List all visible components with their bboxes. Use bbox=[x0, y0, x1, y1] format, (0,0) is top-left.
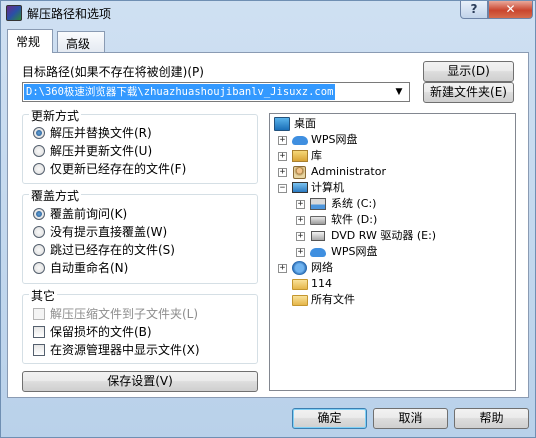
checkbox-label: 在资源管理器中显示文件(X) bbox=[50, 343, 200, 357]
radio-button[interactable] bbox=[33, 127, 45, 139]
radio-label: 没有提示直接覆盖(W) bbox=[50, 225, 168, 239]
expand-icon[interactable]: + bbox=[278, 152, 287, 161]
new-folder-button[interactable]: 新建文件夹(E) bbox=[423, 82, 514, 103]
tree-node-label: DVD RW 驱动器 (E:) bbox=[331, 229, 437, 242]
tree-node-label: 软件 (D:) bbox=[331, 213, 378, 226]
tree-node-label: 所有文件 bbox=[311, 293, 355, 306]
drive-icon bbox=[310, 216, 326, 225]
show-button[interactable]: 显示(D) bbox=[423, 61, 514, 82]
tree-node-label: 114 bbox=[311, 277, 332, 290]
dvd-drive-icon bbox=[311, 231, 325, 241]
chevron-down-icon[interactable]: ▼ bbox=[391, 84, 407, 100]
window-title: 解压路径和选项 bbox=[27, 7, 112, 21]
destination-path-combobox[interactable]: D:\360极速浏览器下载\zhuazhuashoujibanlv_Jisuxz… bbox=[22, 82, 410, 102]
tab-general[interactable]: 常规 bbox=[7, 29, 53, 53]
save-settings-button[interactable]: 保存设置(V) bbox=[22, 371, 258, 392]
radio-button[interactable] bbox=[33, 208, 45, 220]
update-mode-title: 更新方式 bbox=[29, 107, 82, 124]
destination-path-value[interactable]: D:\360极速浏览器下载\zhuazhuashoujibanlv_Jisuxz… bbox=[24, 84, 336, 100]
tree-node-label: Administrator bbox=[311, 165, 386, 178]
expand-icon[interactable]: + bbox=[296, 232, 305, 241]
title-bar[interactable]: 解压路径和选项 ? ✕ bbox=[1, 1, 535, 25]
desktop-icon bbox=[274, 117, 290, 131]
cloud-icon bbox=[292, 136, 308, 145]
network-icon bbox=[292, 261, 307, 275]
checkbox[interactable] bbox=[33, 326, 45, 338]
expand-icon[interactable]: + bbox=[278, 168, 287, 177]
collapse-icon[interactable]: − bbox=[278, 184, 287, 193]
radio-label: 覆盖前询问(K) bbox=[50, 207, 128, 221]
tree-node-label: 库 bbox=[311, 149, 322, 162]
radio-button[interactable] bbox=[33, 244, 45, 256]
radio-label: 解压并更新文件(U) bbox=[50, 144, 153, 158]
tree-node-label: WPS网盘 bbox=[331, 245, 378, 258]
computer-icon bbox=[292, 182, 308, 193]
radio-button[interactable] bbox=[33, 145, 45, 157]
tree-node-label: 桌面 bbox=[294, 117, 316, 130]
cloud-icon bbox=[310, 248, 326, 257]
close-button[interactable]: ✕ bbox=[488, 1, 533, 19]
expand-icon[interactable]: + bbox=[278, 264, 287, 273]
user-folder-icon bbox=[293, 166, 306, 179]
overwrite-mode-title: 覆盖方式 bbox=[29, 187, 82, 204]
radio-label: 跳过已经存在的文件(S) bbox=[50, 243, 175, 257]
checkbox bbox=[33, 308, 45, 320]
radio-label: 自动重命名(N) bbox=[50, 261, 129, 275]
radio-button[interactable] bbox=[33, 262, 45, 274]
tree-node-label: 系统 (C:) bbox=[331, 197, 377, 210]
winrar-app-icon bbox=[6, 5, 22, 21]
library-icon bbox=[292, 150, 308, 162]
radio-button[interactable] bbox=[33, 163, 45, 175]
checkbox[interactable] bbox=[33, 344, 45, 356]
checkbox-label: 解压压缩文件到子文件夹(L) bbox=[50, 307, 199, 321]
checkbox-label: 保留损坏的文件(B) bbox=[50, 325, 152, 339]
tab-advanced[interactable]: 高级 bbox=[57, 31, 105, 53]
radio-label: 仅更新已经存在的文件(F) bbox=[50, 162, 187, 176]
tree-node-label: WPS网盘 bbox=[311, 133, 358, 146]
folder-icon bbox=[292, 295, 308, 306]
tree-node-label: 网络 bbox=[311, 261, 333, 274]
ok-button[interactable]: 确定 bbox=[292, 408, 367, 429]
misc-options-group: 其它 解压压缩文件到子文件夹(L) 保留损坏的文件(B) 在资源管理器中显示文件… bbox=[22, 287, 258, 364]
extract-options-dialog: 解压路径和选项 ? ✕ 常规 高级 目标路径(如果不存在将被创建)(P) D:\… bbox=[0, 0, 536, 438]
radio-label: 解压并替换文件(R) bbox=[50, 126, 152, 140]
general-tab-panel: 目标路径(如果不存在将被创建)(P) D:\360极速浏览器下载\zhuazhu… bbox=[7, 52, 529, 398]
overwrite-mode-group: 覆盖方式 覆盖前询问(K) 没有提示直接覆盖(W) 跳过已经存在的文件(S) 自… bbox=[22, 187, 258, 284]
misc-options-title: 其它 bbox=[29, 287, 58, 304]
expand-icon[interactable]: + bbox=[296, 248, 305, 257]
expand-icon[interactable]: + bbox=[296, 200, 305, 209]
title-help-button[interactable]: ? bbox=[460, 1, 488, 19]
cancel-button[interactable]: 取消 bbox=[373, 408, 448, 429]
tree-node-label: 计算机 bbox=[311, 181, 344, 194]
help-button[interactable]: 帮助 bbox=[454, 408, 529, 429]
expand-icon[interactable]: + bbox=[278, 136, 287, 145]
destination-path-label: 目标路径(如果不存在将被创建)(P) bbox=[22, 65, 204, 79]
folder-tree[interactable]: 桌面 + WPS网盘 + 库 + Administrator − 计算机 + 系… bbox=[269, 113, 516, 391]
system-drive-icon bbox=[310, 198, 326, 210]
expand-icon[interactable]: + bbox=[296, 216, 305, 225]
update-mode-group: 更新方式 解压并替换文件(R) 解压并更新文件(U) 仅更新已经存在的文件(F) bbox=[22, 107, 258, 184]
radio-button[interactable] bbox=[33, 226, 45, 238]
folder-icon bbox=[292, 279, 308, 290]
